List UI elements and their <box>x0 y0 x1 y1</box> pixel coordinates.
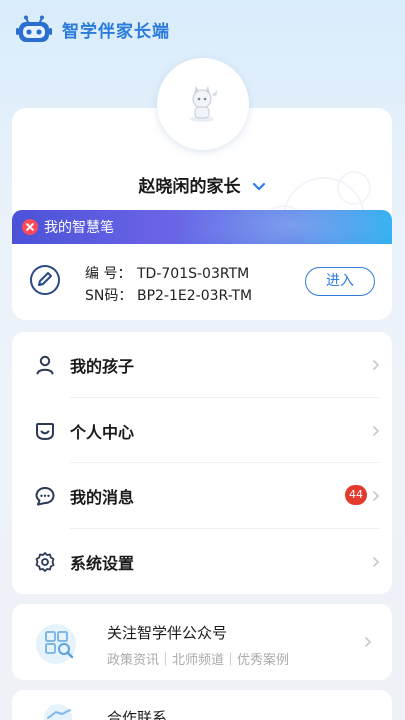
robot-logo-icon <box>16 14 52 44</box>
contact-title: 合作联系 <box>107 709 168 720</box>
chevron-down-icon <box>252 177 266 197</box>
device-sn-value: BP2-1E2-03R-TM <box>137 288 253 304</box>
chevron-right-icon <box>373 490 380 501</box>
device-id-value: TD-701S-03RTM <box>137 266 250 282</box>
follow-official-account-card[interactable]: 关注智学伴公众号 政策资讯｜北师频道｜优秀案例 <box>12 604 392 680</box>
parent-name-selector[interactable]: 赵晓闲的家长 <box>0 172 405 197</box>
chat-icon <box>35 486 55 505</box>
chevron-right-icon <box>365 637 372 647</box>
contact-card[interactable]: 合作联系 <box>12 690 392 720</box>
menu-item-label: 我的孩子 <box>70 356 135 376</box>
menu-item-label: 我的消息 <box>70 487 135 507</box>
chevron-right-icon <box>373 556 380 567</box>
pen-banner-title: 我的智慧笔 <box>44 220 114 236</box>
mascot-icon <box>190 86 218 122</box>
app-title: 智学伴家长端 <box>62 21 170 42</box>
menu-item-label: 个人中心 <box>70 422 135 442</box>
device-id-row: 编 号： TD-701S-03RTM <box>85 263 249 283</box>
device-sn-row: SN码： BP2-1E2-03R-TM <box>85 285 252 305</box>
smile-icon <box>36 422 54 440</box>
follow-title: 关注智学伴公众号 <box>107 624 228 642</box>
person-icon <box>36 355 54 374</box>
gear-icon <box>35 551 55 572</box>
parent-name: 赵晓闲的家长 <box>138 177 241 197</box>
pen-icon <box>30 265 60 295</box>
menu-item-system-settings[interactable]: 系统设置 <box>12 529 392 594</box>
device-sn-label: SN码： <box>85 288 133 304</box>
follow-subtitle: 政策资讯｜北师频道｜优秀案例 <box>107 653 290 668</box>
handshake-icon <box>44 704 72 720</box>
chevron-right-icon <box>373 425 380 436</box>
menu-item-my-messages[interactable]: 我的消息 44 <box>12 463 392 528</box>
enter-button[interactable]: 进入 <box>305 267 375 296</box>
smart-pen-banner: 我的智慧笔 <box>12 210 392 244</box>
menu-item-personal-center[interactable]: 个人中心 <box>12 398 392 463</box>
chevron-right-icon <box>373 359 380 370</box>
device-card: 编 号： TD-701S-03RTM SN码： BP2-1E2-03R-TM 进入 <box>12 244 392 320</box>
menu-item-my-children[interactable]: 我的孩子 <box>12 332 392 397</box>
avatar[interactable] <box>157 58 249 150</box>
app-header: 智学伴家长端 <box>0 0 405 58</box>
qr-search-icon <box>36 624 76 664</box>
menu-item-label: 系统设置 <box>70 553 135 573</box>
device-id-label: 编 号： <box>85 266 132 282</box>
unread-count-badge: 44 <box>345 485 367 505</box>
menu-card: 我的孩子 个人中心 我的消息 44 系统设置 <box>12 332 392 594</box>
close-icon[interactable] <box>22 219 38 235</box>
